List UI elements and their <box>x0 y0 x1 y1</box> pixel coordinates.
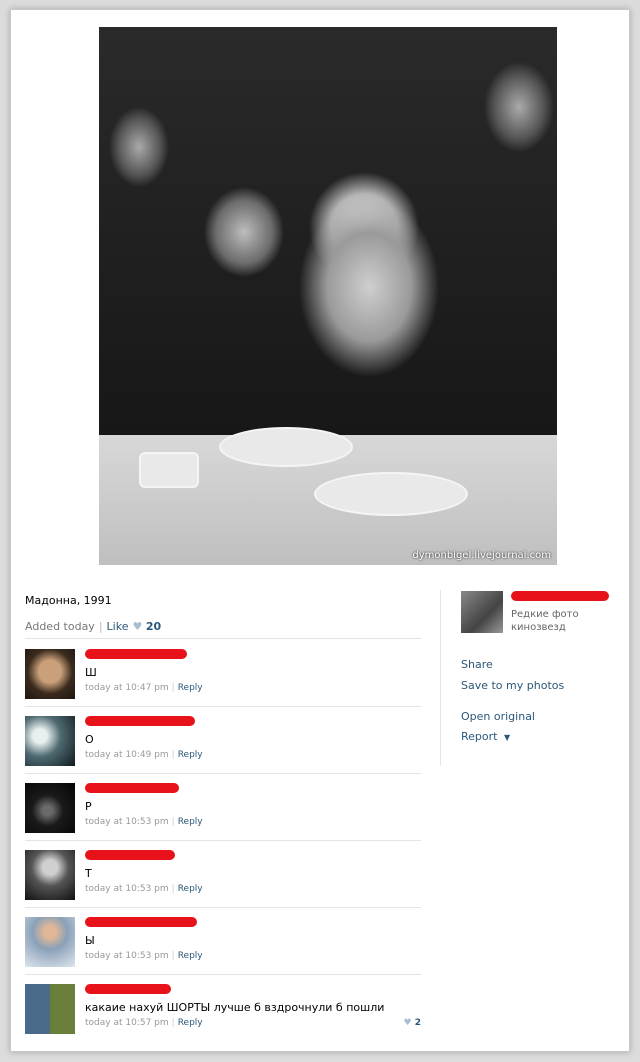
comment-time: today at 10:53 pm <box>85 884 169 894</box>
added-date: Added today <box>25 620 95 633</box>
heart-icon[interactable]: ♥ <box>132 620 142 633</box>
heart-icon: ♥ <box>403 1018 412 1028</box>
comment-meta: today at 10:47 pm | Reply <box>85 683 203 693</box>
photo-caption: Мадонна, 1991 <box>25 594 112 607</box>
redacted-name <box>85 783 179 793</box>
photo-cup <box>139 452 199 488</box>
avatar[interactable] <box>25 716 75 766</box>
redacted-name <box>85 984 171 994</box>
comment: Ш today at 10:47 pm | Reply <box>25 649 421 705</box>
divider <box>25 974 421 975</box>
redacted-album-owner <box>511 591 609 601</box>
photo-plate <box>219 427 353 467</box>
separator: | <box>171 1018 175 1028</box>
separator: | <box>98 620 103 633</box>
comment-text: Т <box>85 867 92 880</box>
album-title[interactable]: Редкие фото кинозвезд <box>511 608 611 634</box>
redacted-name <box>85 917 197 927</box>
reply-link[interactable]: Reply <box>178 951 203 961</box>
like-button[interactable]: Like <box>107 620 129 633</box>
main-photo[interactable]: dymonbigel.livejournal.com <box>99 27 557 565</box>
photo-watermark: dymonbigel.livejournal.com <box>412 550 551 561</box>
separator: | <box>171 750 175 760</box>
save-to-photos-link[interactable]: Save to my photos <box>461 679 564 692</box>
avatar[interactable] <box>25 984 75 1034</box>
comment-time: today at 10:53 pm <box>85 817 169 827</box>
comment-text: Р <box>85 800 92 813</box>
comment-time: today at 10:57 pm <box>85 1018 169 1028</box>
comment: Р today at 10:53 pm | Reply <box>25 783 421 839</box>
comment-like-count: 2 <box>414 1018 421 1028</box>
reply-link[interactable]: Reply <box>178 683 203 693</box>
redacted-name <box>85 716 195 726</box>
comment-meta: today at 10:53 pm | Reply <box>85 817 203 827</box>
report-label: Report <box>461 730 498 743</box>
reply-link[interactable]: Reply <box>178 1018 203 1028</box>
report-menu[interactable]: Report ▼ <box>461 730 510 743</box>
album-thumbnail[interactable] <box>461 591 503 633</box>
comment-like[interactable]: ♥ 2 <box>404 1018 421 1028</box>
divider <box>25 773 421 774</box>
separator: | <box>171 683 175 693</box>
comment: какаие нахуй ШОРТЫ лучше б вздрочнули б … <box>25 984 421 1040</box>
comment-time: today at 10:47 pm <box>85 683 169 693</box>
comment-text: какаие нахуй ШОРТЫ лучше б вздрочнули б … <box>85 1001 385 1014</box>
redacted-name <box>85 850 175 860</box>
share-link[interactable]: Share <box>461 658 493 671</box>
divider <box>25 907 421 908</box>
redacted-name <box>85 649 187 659</box>
reply-link[interactable]: Reply <box>178 750 203 760</box>
divider <box>25 706 421 707</box>
avatar[interactable] <box>25 850 75 900</box>
photo-meta: Added today | Like ♥ 20 <box>25 620 161 633</box>
comment-meta: today at 10:53 pm | Reply <box>85 951 203 961</box>
divider <box>25 840 421 841</box>
avatar[interactable] <box>25 783 75 833</box>
comment: Ы today at 10:53 pm | Reply <box>25 917 421 973</box>
comment-time: today at 10:49 pm <box>85 750 169 760</box>
separator: | <box>171 817 175 827</box>
divider <box>25 638 421 639</box>
reply-link[interactable]: Reply <box>178 884 203 894</box>
comment-text: Ш <box>85 666 97 679</box>
separator: | <box>171 951 175 961</box>
comment-meta: today at 10:57 pm | Reply <box>85 1018 203 1028</box>
avatar[interactable] <box>25 917 75 967</box>
comment: О today at 10:49 pm | Reply <box>25 716 421 772</box>
comment-text: Ы <box>85 934 95 947</box>
comment-time: today at 10:53 pm <box>85 951 169 961</box>
separator: | <box>171 884 175 894</box>
comment-meta: today at 10:49 pm | Reply <box>85 750 203 760</box>
reply-link[interactable]: Reply <box>178 817 203 827</box>
like-count: 20 <box>145 620 162 633</box>
comment: Т today at 10:53 pm | Reply <box>25 850 421 906</box>
sidebar-divider <box>440 590 441 766</box>
comment-text: О <box>85 733 94 746</box>
open-original-link[interactable]: Open original <box>461 710 535 723</box>
photo-plate <box>314 472 468 516</box>
chevron-down-icon: ▼ <box>503 733 511 742</box>
comment-meta: today at 10:53 pm | Reply <box>85 884 203 894</box>
photo-viewer-card: dymonbigel.livejournal.com Мадонна, 1991… <box>10 9 630 1052</box>
avatar[interactable] <box>25 649 75 699</box>
